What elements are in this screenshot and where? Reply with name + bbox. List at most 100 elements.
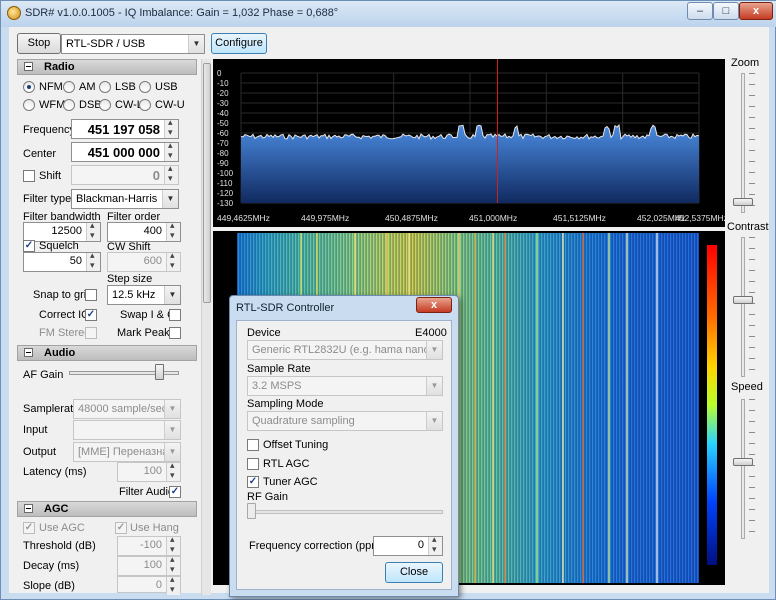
stop-button[interactable]: Stop [17,33,61,54]
speed-slider[interactable] [733,399,755,539]
filter-type-label: Filter type [23,193,72,205]
shift-checkbox[interactable] [23,170,35,182]
zoom-slider-thumb[interactable] [733,198,753,207]
spinner-arrows-icon[interactable] [164,117,178,138]
offset-tuning-checkbox[interactable] [247,439,259,451]
input-select[interactable]: ▼ [73,420,181,440]
latency-value: 100 [143,465,162,477]
filter-audio-checkbox[interactable]: ✓ [169,486,181,498]
freq-tick-label: 452,5375MHz [675,213,725,223]
dialog-close-button[interactable]: Close [385,562,443,583]
shift-input[interactable]: 0 [71,163,179,185]
spinner-arrows-icon[interactable] [86,220,100,241]
filter-order-input[interactable]: 400 [107,220,181,242]
source-select[interactable]: RTL-SDR / USB ▼ [61,34,205,54]
snap-to-grid-checkbox[interactable] [85,289,97,301]
mode-radio-dsb[interactable]: DSB [63,99,102,111]
samplerate-select[interactable]: 48000 sample/sec ▼ [73,399,181,419]
spectrum-plot[interactable]: 0-10-20-30-40-50-60-70-80-90-100-110-120… [213,59,725,227]
collapse-icon[interactable] [24,504,33,513]
step-size-select[interactable]: 12.5 kHz ▼ [107,285,181,305]
db-tick-label: -40 [217,109,229,118]
rf-gain-slider-thumb[interactable] [247,503,256,519]
db-tick-label: -110 [217,179,233,188]
spinner-arrows-icon[interactable] [86,250,100,271]
squelch-checkbox[interactable]: ✓ [23,240,35,252]
center-input[interactable]: 451 000 000 [71,140,179,162]
slope-input[interactable]: 0 [117,574,181,595]
mode-radio-am[interactable]: AM [63,81,96,93]
spinner-arrows-icon[interactable] [166,460,180,481]
filter-type-select[interactable]: Blackman-Harris ▼ [71,189,179,209]
contrast-slider-thumb[interactable] [733,296,753,305]
mode-radio-usb[interactable]: USB [139,81,178,93]
dialog-close-icon[interactable]: x [416,297,452,313]
cw-shift-input[interactable]: 600 [107,250,181,272]
speed-slider-thumb[interactable] [733,458,753,467]
mode-label: CW-U [155,99,185,111]
mode-label: AM [79,81,96,93]
mode-radio-cwl[interactable]: CW-L [99,99,143,111]
spinner-arrows-icon[interactable] [166,554,180,575]
tuner-agc-checkbox[interactable]: ✓ [247,476,259,488]
spectrum-display[interactable]: 0 -10 -20 -30 -40 -50 -60 -70 -80 -90 -100 -110 -120… [213,59,725,227]
collapse-icon[interactable] [24,62,33,71]
left-panel-scrollbar[interactable] [201,59,211,595]
spinner-arrows-icon[interactable] [164,140,178,161]
frequency-label: Frequency [23,124,75,136]
freq-correction-input[interactable]: 0 [373,534,443,556]
mode-radio-lsb[interactable]: LSB [99,81,136,93]
slider-track [741,399,745,539]
sample-rate-select[interactable]: 3.2 MSPS ▼ [247,376,443,396]
mode-radio-cwu[interactable]: CW-U [139,99,185,111]
scrollbar-thumb[interactable] [203,63,211,303]
radio-dot-icon [99,81,111,93]
output-select[interactable]: [MME] Переназначени ▼ [73,442,181,462]
sampling-mode-select[interactable]: Quadrature sampling ▼ [247,411,443,431]
spinner-arrows-icon[interactable] [428,534,442,555]
decay-input[interactable]: 100 [117,554,181,576]
mode-radio-wfm[interactable]: WFM [23,99,65,111]
squelch-label: Squelch [39,240,79,252]
dialog-title: RTL-SDR Controller [236,302,335,314]
use-hang-checkbox[interactable]: ✓ [115,522,127,534]
spinner-arrows-icon[interactable] [166,534,180,555]
chevron-down-icon: ▼ [188,35,204,53]
audio-section-header[interactable]: Audio [17,345,197,361]
threshold-input[interactable]: -100 [117,534,181,556]
configure-button[interactable]: Configure [211,33,267,54]
spinner-arrows-icon[interactable] [166,220,180,241]
device-select[interactable]: Generic RTL2832U (e.g. hama nano) ▼ [247,340,443,360]
radio-section-header[interactable]: Radio [17,59,197,75]
spinner-arrows-icon[interactable] [166,250,180,271]
squelch-input[interactable]: 50 [23,250,101,272]
frequency-input[interactable]: 451 197 058 [71,117,179,139]
minimize-button[interactable]: – [687,2,713,20]
freq-correction-value: 0 [417,539,424,551]
mark-peaks-checkbox[interactable] [169,327,181,339]
collapse-icon[interactable] [24,348,33,357]
latency-input[interactable]: 100 [117,460,181,482]
fm-stereo-checkbox[interactable] [85,327,97,339]
db-tick-label: -100 [217,169,234,178]
rtl-agc-checkbox[interactable] [247,458,259,470]
rf-gain-slider[interactable] [249,510,443,514]
swap-iq-checkbox[interactable] [169,309,181,321]
use-agc-checkbox[interactable]: ✓ [23,522,35,534]
slider-ticks [749,237,755,377]
maximize-button[interactable]: □ [713,2,739,20]
close-button[interactable]: x [739,2,773,20]
filter-bandwidth-input[interactable]: 12500 [23,220,101,242]
contrast-slider[interactable] [733,237,755,377]
agc-section-header[interactable]: AGC [17,501,197,517]
step-size-label: Step size [107,273,153,285]
spinner-arrows-icon[interactable] [164,163,178,184]
title-bar[interactable]: SDR# v1.0.0.1005 - IQ Imbalance: Gain = … [1,1,776,27]
af-gain-slider-thumb[interactable] [154,364,164,380]
shift-label: Shift [39,170,62,182]
zoom-slider[interactable] [733,73,755,213]
mode-radio-nfm[interactable]: NFM [23,81,63,93]
spinner-arrows-icon[interactable] [166,574,180,595]
correct-iq-checkbox[interactable]: ✓ [85,309,97,321]
audio-section-title: Audio [44,347,76,359]
